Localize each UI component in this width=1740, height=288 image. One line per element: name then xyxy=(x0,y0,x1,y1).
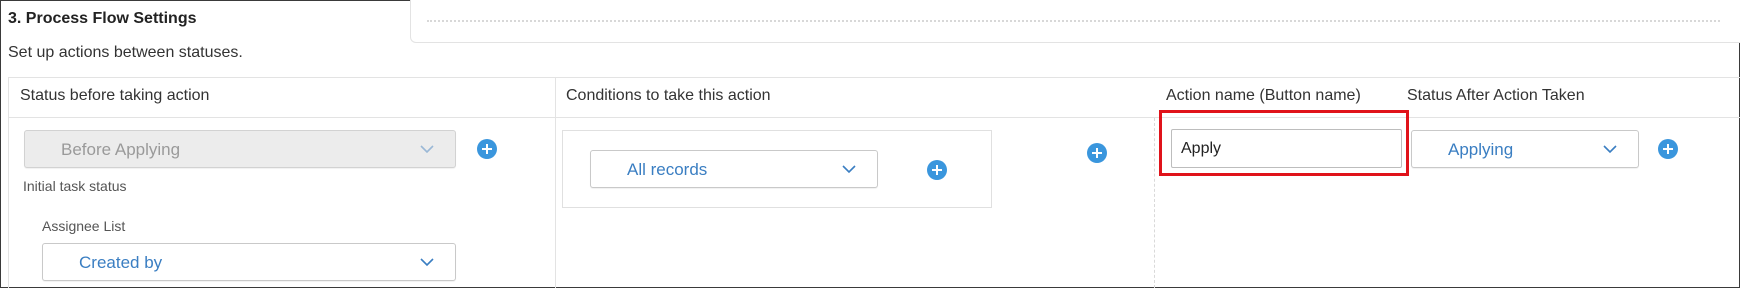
plus-icon xyxy=(932,165,942,175)
section-title: 3. Process Flow Settings xyxy=(8,10,197,27)
assignee-select[interactable]: Created by xyxy=(42,243,456,281)
header-action-name: Action name (Button name) xyxy=(1166,87,1361,104)
add-status-button[interactable] xyxy=(477,139,497,159)
initial-status-note: Initial task status xyxy=(23,178,127,194)
condition-value: All records xyxy=(627,160,708,179)
dotted-divider xyxy=(427,20,1720,22)
status-before-value: Before Applying xyxy=(61,140,181,159)
status-before-select: Before Applying xyxy=(24,130,456,168)
add-action-button[interactable] xyxy=(1087,143,1107,163)
column-divider xyxy=(555,78,556,288)
chevron-down-icon xyxy=(1603,145,1617,154)
status-after-select[interactable]: Applying xyxy=(1411,130,1639,168)
add-condition-button[interactable] xyxy=(927,160,947,180)
section-subtitle: Set up actions between statuses. xyxy=(8,44,243,61)
chevron-down-icon xyxy=(420,145,434,154)
header-conditions: Conditions to take this action xyxy=(566,87,771,104)
add-next-status-button[interactable] xyxy=(1658,139,1678,159)
status-after-value: Applying xyxy=(1448,140,1514,159)
chevron-down-icon xyxy=(420,258,434,267)
chevron-down-icon xyxy=(842,165,856,174)
plus-icon xyxy=(1092,148,1102,158)
assignee-list-label: Assignee List xyxy=(42,218,126,234)
column-divider-dashed xyxy=(1154,118,1155,288)
header-status-before: Status before taking action xyxy=(20,87,210,104)
plus-icon xyxy=(482,144,492,154)
header-status-after: Status After Action Taken xyxy=(1407,87,1585,104)
action-name-input[interactable] xyxy=(1171,129,1402,168)
section-tab-strip xyxy=(410,0,1740,43)
plus-icon xyxy=(1663,144,1673,154)
assignee-value: Created by xyxy=(79,253,163,272)
condition-select[interactable]: All records xyxy=(590,150,878,188)
